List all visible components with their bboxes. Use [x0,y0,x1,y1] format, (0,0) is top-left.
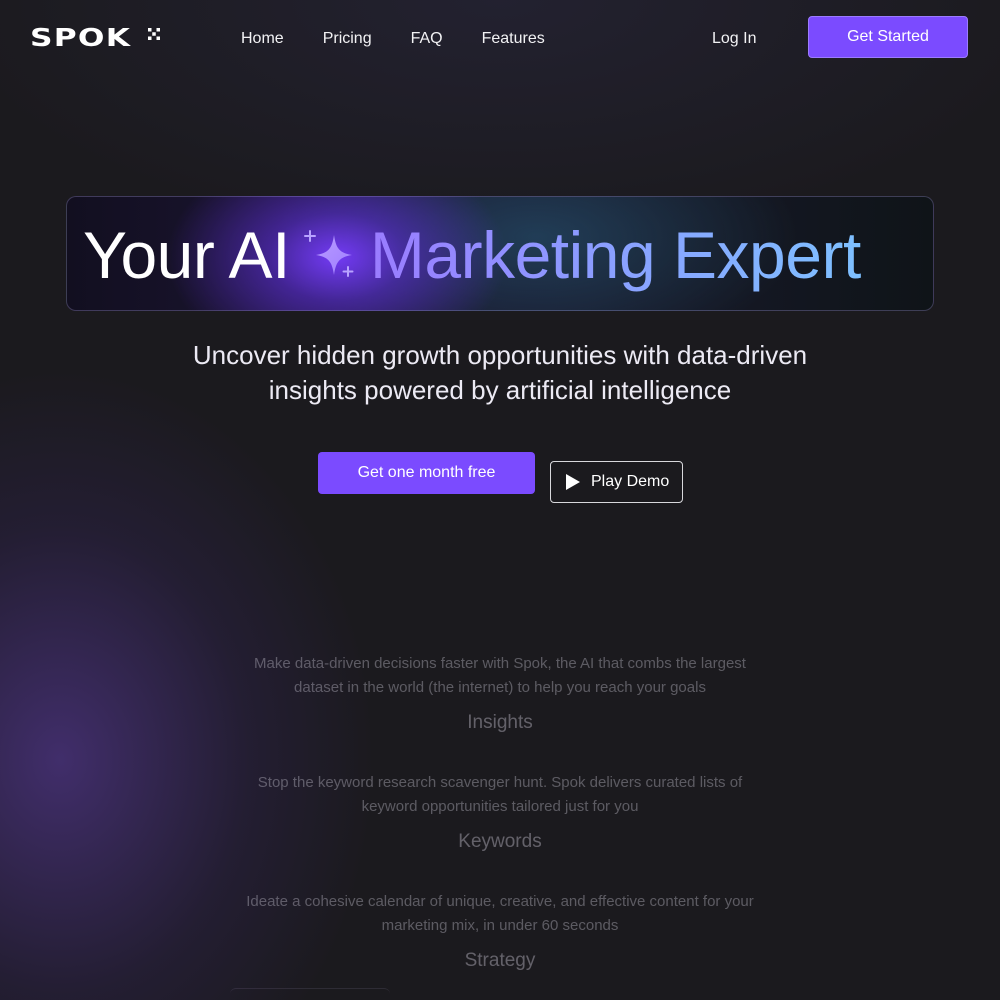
hero-subtitle-line-1: Uncover hidden growth opportunities with… [192,340,808,370]
asterisk-icon [148,28,160,40]
landing-page: SPOK Home Pricing FAQ Features Log In Ge… [0,0,1000,1000]
feature-keywords: Stop the keyword research scavenger hunt… [200,771,800,855]
section-divider [230,988,390,1000]
get-started-button[interactable]: Get Started [808,16,968,58]
play-demo-label: Play Demo [591,473,670,490]
hero-title-banner: Your AI Marketing Expert [66,196,934,311]
free-month-button[interactable]: Get one month free [318,452,535,494]
hero-title-gradient: Marketing Expert [370,215,861,295]
feature-description: Make data-driven decisions faster with S… [254,655,746,696]
spok-logo[interactable]: SPOK [30,24,160,54]
play-demo-button[interactable]: Play Demo [550,461,683,503]
feature-description: Ideate a cohesive calendar of unique, cr… [246,893,754,934]
hero-subtitle-line-2: insights powered by artificial intellige… [268,375,732,405]
nav-link-pricing[interactable]: Pricing [323,29,372,49]
top-nav: SPOK Home Pricing FAQ Features Log In Ge… [0,0,1000,78]
feature-insights: Make data-driven decisions faster with S… [200,652,800,736]
nav-link-features[interactable]: Features [482,29,545,49]
logo-text: SPOK [30,23,132,52]
nav-links: Home Pricing FAQ Features [241,29,584,49]
sparkle-icon [303,230,354,277]
nav-link-faq[interactable]: FAQ [411,29,443,49]
play-icon [566,474,580,490]
hero-title-plain: Your AI [83,218,290,292]
feature-description: Stop the keyword research scavenger hunt… [257,774,743,815]
hero-title: Your AI Marketing Expert [83,215,861,295]
feature-title: Insights [467,712,533,733]
feature-title: Strategy [464,950,536,971]
login-link[interactable]: Log In [712,29,756,49]
feature-strategy: Ideate a cohesive calendar of unique, cr… [200,890,800,974]
nav-link-home[interactable]: Home [241,29,284,49]
feature-title: Keywords [458,831,542,852]
hero-subtitle: Uncover hidden growth opportunities with… [100,338,900,408]
